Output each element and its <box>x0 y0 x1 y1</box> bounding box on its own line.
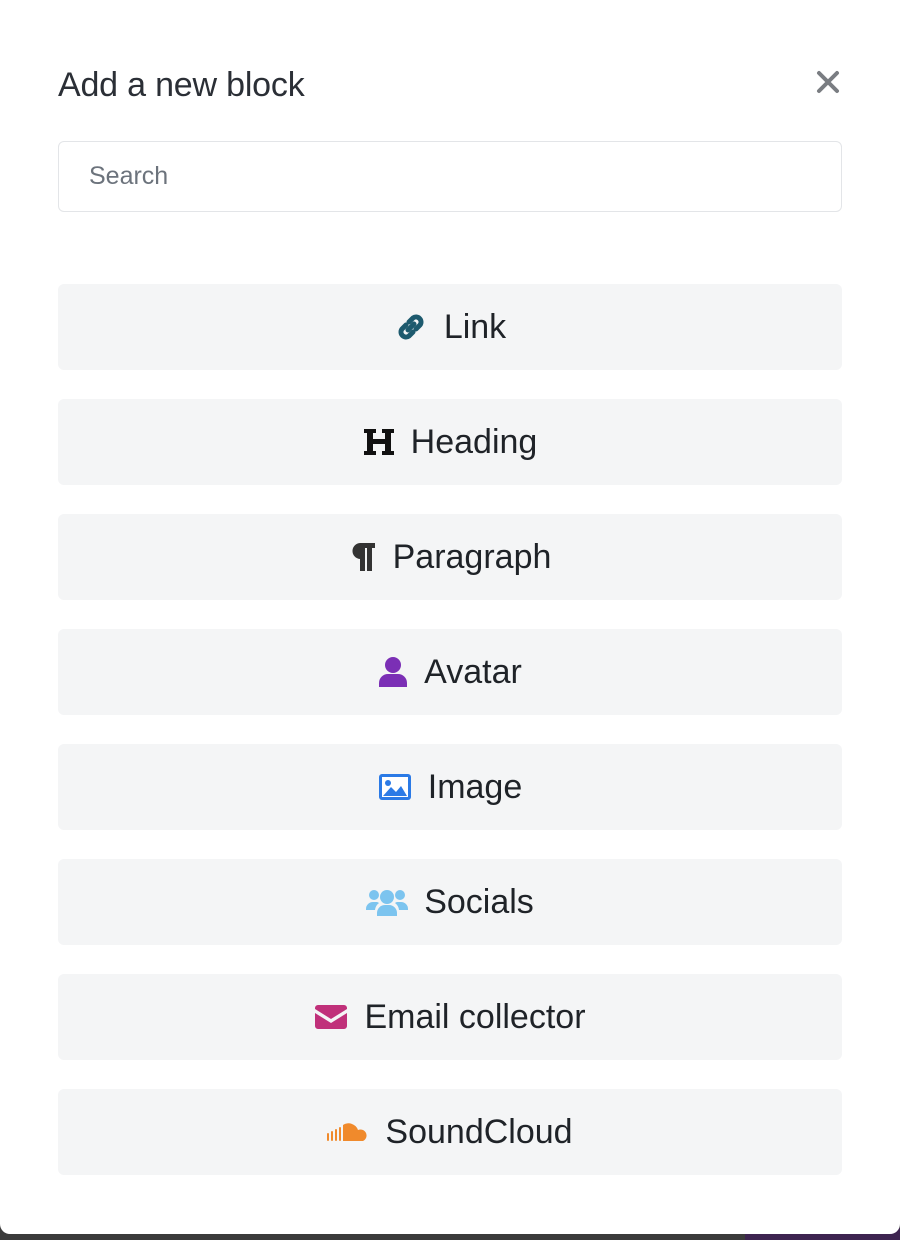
users-icon <box>366 882 409 922</box>
block-label: Email collector <box>364 997 586 1036</box>
image-icon <box>378 767 412 807</box>
block-label: Paragraph <box>392 537 552 576</box>
block-option-avatar[interactable]: Avatar <box>58 629 842 715</box>
block-label: Avatar <box>424 652 522 691</box>
block-option-soundcloud[interactable]: SoundCloud <box>58 1089 842 1175</box>
block-option-heading[interactable]: Heading <box>58 399 842 485</box>
search-input[interactable] <box>58 141 842 212</box>
soundcloud-icon <box>327 1112 369 1152</box>
envelope-icon <box>314 997 348 1037</box>
modal-title: Add a new block <box>58 66 305 104</box>
modal-header: Add a new block <box>58 62 842 110</box>
close-button[interactable] <box>814 68 842 96</box>
search-box <box>58 141 842 212</box>
block-label: SoundCloud <box>385 1112 573 1151</box>
block-option-link[interactable]: Link <box>58 284 842 370</box>
block-label: Link <box>443 307 507 346</box>
block-label: Socials <box>424 882 534 921</box>
paragraph-icon <box>349 537 377 577</box>
block-list: Link Heading Paragraph Avatar Image Soci… <box>58 284 842 1204</box>
block-option-image[interactable]: Image <box>58 744 842 830</box>
close-icon <box>817 71 839 93</box>
block-label: Heading <box>410 422 538 461</box>
block-option-paragraph[interactable]: Paragraph <box>58 514 842 600</box>
link-icon <box>394 307 428 347</box>
block-option-socials[interactable]: Socials <box>58 859 842 945</box>
heading-icon <box>363 422 395 462</box>
user-icon <box>378 652 408 692</box>
block-option-email-collector[interactable]: Email collector <box>58 974 842 1060</box>
block-label: Image <box>427 767 523 806</box>
add-block-modal: Add a new block Link <box>0 0 900 1234</box>
